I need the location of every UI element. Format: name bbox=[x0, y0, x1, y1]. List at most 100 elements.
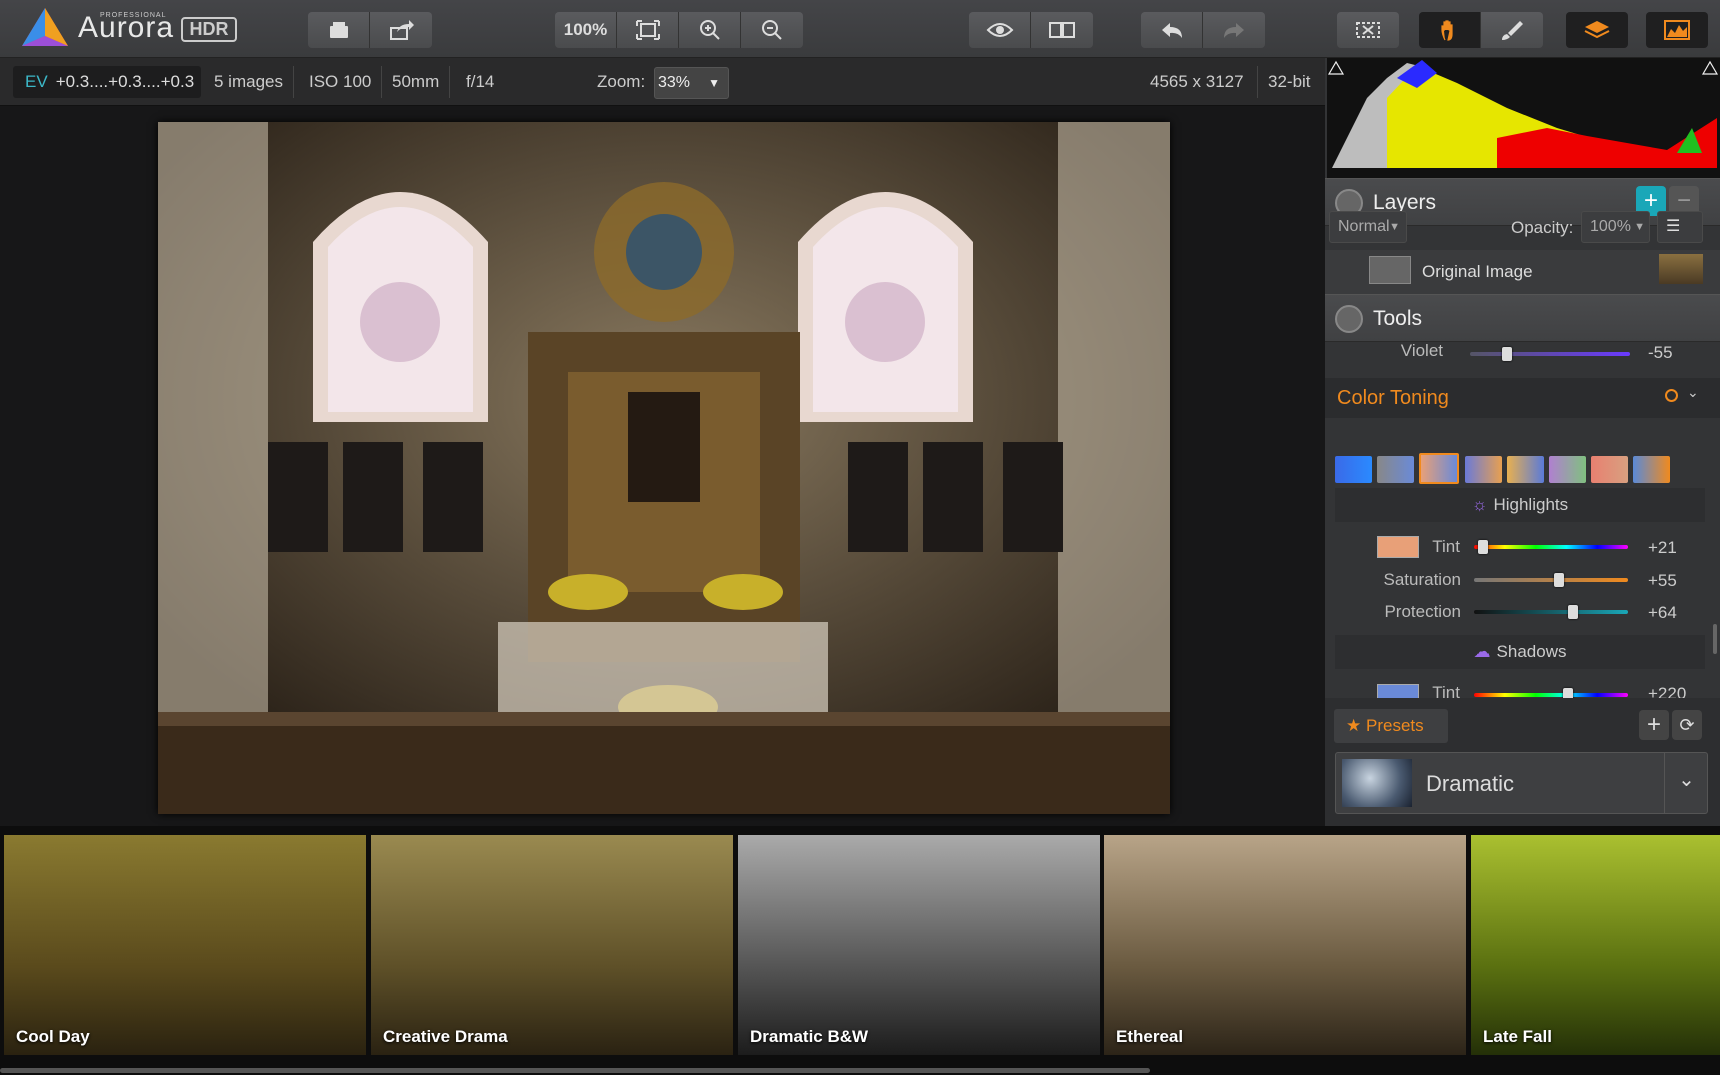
right-panel: Layers + − Normal ▼ Opacity: 100% ▼ ☰ Orig… bbox=[1325, 58, 1720, 826]
zoom-select[interactable]: 33% ▼ bbox=[654, 67, 729, 99]
tone-preset-swatch-selected[interactable] bbox=[1419, 453, 1459, 484]
toggle-dot-icon[interactable] bbox=[1665, 389, 1678, 402]
tone-preset-swatch[interactable] bbox=[1591, 456, 1628, 483]
shadow-tint-row: Tint +220 bbox=[1325, 678, 1720, 698]
bit-depth: 32-bit bbox=[1257, 66, 1311, 98]
layer-menu-button[interactable]: ☰ bbox=[1657, 211, 1703, 243]
zoom-out-button[interactable] bbox=[741, 12, 803, 48]
tone-preset-swatch[interactable] bbox=[1335, 456, 1372, 483]
ev-label: EV bbox=[25, 72, 48, 91]
zoom-100-button[interactable]: 100% bbox=[555, 12, 617, 48]
layer-name: Original Image bbox=[1422, 262, 1533, 281]
tone-preset-swatch[interactable] bbox=[1549, 456, 1586, 483]
histogram-toggle-button[interactable] bbox=[1646, 12, 1708, 48]
redo-icon bbox=[1224, 23, 1244, 38]
preset-filmstrip: Cool Day Creative Drama Dramatic B&W Eth… bbox=[0, 826, 1720, 1075]
focal-length: 50mm bbox=[382, 66, 451, 98]
tone-preset-swatch[interactable] bbox=[1465, 456, 1502, 483]
compare-button[interactable] bbox=[1031, 12, 1093, 48]
redo-button[interactable] bbox=[1203, 12, 1265, 48]
app-tag: HDR bbox=[181, 17, 237, 42]
tone-preset-swatch[interactable] bbox=[1633, 456, 1670, 483]
aurora-logo-icon bbox=[22, 8, 68, 46]
saturation-value: +55 bbox=[1648, 571, 1677, 590]
preset-name: Dramatic bbox=[1426, 771, 1515, 796]
opacity-value: 100% bbox=[1590, 218, 1631, 235]
fit-button[interactable] bbox=[617, 12, 679, 48]
plus-icon: + bbox=[1643, 187, 1658, 214]
brush-tool-button[interactable] bbox=[1481, 12, 1543, 48]
zoom-group: 100% bbox=[555, 12, 803, 48]
refresh-icon: ⟳ bbox=[1679, 715, 1695, 735]
main-toolbar: PROFESSIONAL Aurora HDR 100% bbox=[0, 0, 1720, 58]
preset-thumb-dramatic-bw[interactable]: Dramatic B&W bbox=[738, 835, 1100, 1055]
preset-thumb-label: Creative Drama bbox=[383, 1027, 508, 1046]
preset-selector[interactable]: Dramatic ⌄ bbox=[1335, 752, 1708, 814]
add-preset-button[interactable]: + bbox=[1639, 710, 1669, 740]
protection-knob[interactable] bbox=[1567, 605, 1578, 619]
shadow-tint-knob[interactable] bbox=[1562, 688, 1573, 698]
presets-tab[interactable]: ★ Presets bbox=[1334, 709, 1448, 743]
saturation-knob[interactable] bbox=[1553, 573, 1564, 587]
preset-thumb-creative-drama[interactable]: Creative Drama bbox=[371, 835, 733, 1055]
highlight-tint-slider[interactable] bbox=[1474, 540, 1628, 554]
blend-mode-value: Normal bbox=[1338, 218, 1390, 235]
histogram-group bbox=[1646, 12, 1708, 48]
file-group bbox=[308, 12, 432, 48]
violet-slider-knob[interactable] bbox=[1501, 347, 1512, 361]
opacity-select[interactable]: 100% ▼ bbox=[1581, 211, 1650, 243]
zoom-in-button[interactable] bbox=[679, 12, 741, 48]
undo-button[interactable] bbox=[1141, 12, 1203, 48]
violet-slider[interactable] bbox=[1470, 347, 1630, 361]
preset-thumb-label: Dramatic B&W bbox=[750, 1027, 869, 1046]
chevron-down-icon[interactable]: ⌄ bbox=[1664, 753, 1708, 813]
preset-thumb-label: Late Fall bbox=[1483, 1027, 1552, 1046]
violet-label: Violet bbox=[1400, 341, 1443, 360]
refresh-presets-button[interactable]: ⟳ bbox=[1672, 710, 1702, 740]
layers-toggle-button[interactable] bbox=[1566, 12, 1628, 48]
presets-title: Presets bbox=[1365, 716, 1424, 735]
crop-button[interactable] bbox=[1337, 12, 1399, 48]
main-photo[interactable] bbox=[158, 122, 1170, 814]
highlight-tint-knob[interactable] bbox=[1478, 540, 1489, 554]
preview-button[interactable] bbox=[969, 12, 1031, 48]
protection-label: Protection bbox=[1384, 602, 1461, 621]
open-button[interactable] bbox=[308, 12, 370, 48]
open-icon bbox=[329, 22, 348, 38]
shadows-header: ☁ Shadows bbox=[1335, 635, 1705, 669]
chevron-down-icon[interactable]: ⌄ bbox=[1687, 384, 1699, 401]
histogram bbox=[1327, 58, 1720, 178]
blend-mode-select[interactable]: Normal ▼ bbox=[1329, 211, 1407, 243]
fit-screen-icon bbox=[635, 20, 660, 40]
filmstrip-scrollbar[interactable] bbox=[0, 1068, 1150, 1073]
chevron-down-icon: ▼ bbox=[1634, 221, 1645, 233]
protection-value: +64 bbox=[1648, 603, 1677, 622]
chevron-down-icon: ▼ bbox=[708, 76, 720, 90]
cloud-icon: ☁ bbox=[1473, 642, 1491, 661]
shadow-tint-slider[interactable] bbox=[1474, 688, 1628, 698]
layers-icon bbox=[1584, 21, 1610, 39]
preset-thumb-cool-day[interactable]: Cool Day bbox=[4, 835, 366, 1055]
zoom-in-icon bbox=[699, 20, 720, 40]
tools-header[interactable]: Tools bbox=[1325, 294, 1720, 342]
violet-value: -55 bbox=[1648, 343, 1673, 362]
tone-preset-swatch[interactable] bbox=[1507, 456, 1544, 483]
layer-row[interactable]: Original Image bbox=[1325, 250, 1720, 294]
undo-icon bbox=[1161, 23, 1182, 38]
share-button[interactable] bbox=[370, 12, 432, 48]
preset-thumb-ethereal[interactable]: Ethereal bbox=[1104, 835, 1466, 1055]
layers-group bbox=[1566, 12, 1628, 48]
preset-thumb-label: Ethereal bbox=[1116, 1027, 1184, 1046]
highlight-tint-label: Tint bbox=[1432, 537, 1460, 556]
protection-slider[interactable] bbox=[1474, 605, 1628, 619]
saturation-slider[interactable] bbox=[1474, 573, 1628, 587]
view-group bbox=[969, 12, 1093, 48]
hand-tool-button[interactable] bbox=[1419, 12, 1481, 48]
preset-thumb-late-fall[interactable]: Late Fall bbox=[1471, 835, 1720, 1055]
tools-title: Tools bbox=[1373, 307, 1423, 330]
tools-scrollbar[interactable] bbox=[1713, 624, 1717, 654]
brush-icon bbox=[1502, 21, 1523, 40]
color-toning-header[interactable]: Color Toning ⌄ bbox=[1325, 378, 1720, 418]
tone-preset-swatch[interactable] bbox=[1377, 456, 1414, 483]
crop-group bbox=[1337, 12, 1399, 48]
